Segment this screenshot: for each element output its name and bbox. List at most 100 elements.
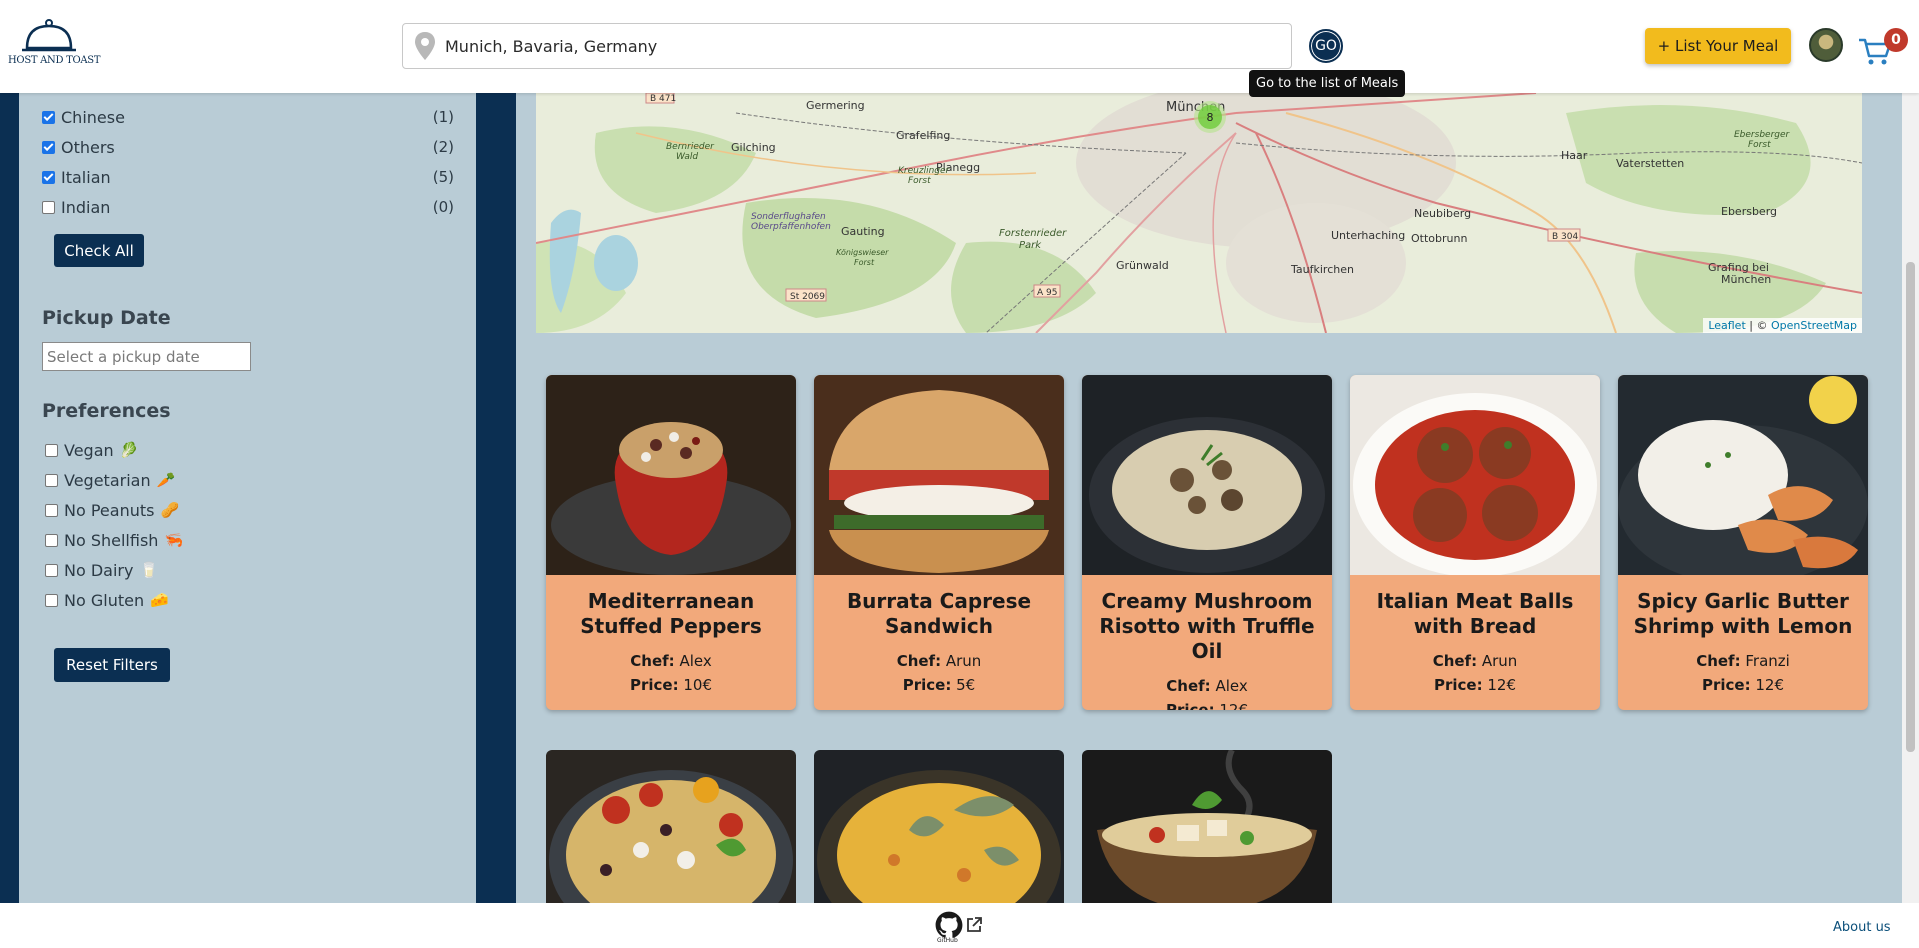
category-count: (5) — [432, 168, 454, 186]
category-count: (0) — [432, 198, 454, 216]
meal-card[interactable]: Italian Meat Balls with Bread Chef: Arun… — [1350, 375, 1600, 710]
top-header: HOST AND TOAST Munich, Bavaria, Germany … — [0, 0, 1919, 97]
about-us-link[interactable]: About us — [1833, 920, 1891, 935]
meal-card-body: Italian Meat Balls with Bread Chef: Arun… — [1350, 579, 1600, 710]
svg-text:Wald: Wald — [676, 152, 698, 162]
scrollbar-thumb[interactable] — [1906, 262, 1915, 752]
svg-text:Ottobrunn: Ottobrunn — [1411, 232, 1467, 245]
checkbox[interactable] — [45, 443, 58, 457]
meal-meta: Chef: Alex Price: 12€ — [1088, 674, 1326, 710]
pref-label: No Gluten — [64, 590, 145, 610]
category-label: Italian — [61, 167, 111, 187]
github-label: GitHub — [937, 937, 958, 944]
meal-card[interactable] — [814, 750, 1064, 903]
garlic-shrimp-photo — [1618, 375, 1868, 585]
svg-text:Gauting: Gauting — [841, 225, 885, 238]
category-count: (1) — [432, 108, 454, 126]
chef-name: Arun — [1481, 652, 1518, 670]
svg-text:Forst: Forst — [854, 258, 875, 267]
category-others[interactable]: Others (2) — [42, 135, 454, 159]
location-search-value[interactable]: Munich, Bavaria, Germany — [445, 37, 657, 56]
checkbox[interactable] — [45, 473, 58, 487]
checkbox[interactable] — [45, 533, 58, 547]
checkbox[interactable] — [45, 503, 58, 517]
meal-card[interactable]: Creamy Mushroom Risotto with Truffle Oil… — [1082, 375, 1332, 710]
svg-text:Park: Park — [1019, 240, 1042, 251]
logo[interactable]: HOST AND TOAST — [8, 18, 101, 74]
user-avatar[interactable] — [1809, 28, 1843, 62]
svg-text:München: München — [1721, 273, 1771, 286]
meal-meta: Chef: Franzi Price: 12€ — [1624, 649, 1862, 697]
chef-name: Franzi — [1745, 652, 1790, 670]
price-label: Price: — [629, 676, 679, 694]
mushroom-risotto-photo — [1082, 375, 1332, 575]
list-your-meal-button[interactable]: + List Your Meal — [1645, 28, 1791, 64]
svg-text:Forst: Forst — [1748, 140, 1771, 150]
pref-no-dairy[interactable]: No Dairy 🥛 — [45, 559, 158, 581]
chef-name: Arun — [945, 652, 982, 670]
svg-text:Oberpfaffenhofen: Oberpfaffenhofen — [751, 222, 831, 232]
price-label: Price: — [1165, 701, 1215, 710]
meal-meta: Chef: Alex Price: 10€ — [552, 649, 790, 697]
meal-card[interactable] — [1082, 750, 1332, 903]
svg-text:Kreuzlinger: Kreuzlinger — [898, 166, 951, 176]
meal-meta: Chef: Arun Price: 12€ — [1356, 649, 1594, 697]
price-value: 12€ — [1755, 676, 1785, 694]
price-value: 10€ — [683, 676, 713, 694]
osm-link[interactable]: OpenStreetMap — [1771, 319, 1857, 332]
chef-label: Chef: — [1696, 652, 1741, 670]
chef-name: Alex — [679, 652, 712, 670]
pref-label: No Peanuts — [64, 500, 155, 520]
pref-no-peanuts[interactable]: No Peanuts 🥜 — [45, 499, 179, 521]
reset-filters-button[interactable]: Reset Filters — [54, 648, 170, 682]
pref-vegetarian[interactable]: Vegetarian 🥕 — [45, 469, 175, 491]
svg-text:Ebersberger: Ebersberger — [1734, 130, 1791, 140]
meal-title: Creamy Mushroom Risotto with Truffle Oil — [1099, 589, 1315, 663]
page-footer: GitHub About us — [0, 903, 1919, 948]
svg-text:Sonderflughafen: Sonderflughafen — [751, 212, 826, 222]
leaflet-link[interactable]: Leaflet — [1708, 319, 1745, 332]
svg-text:B 304: B 304 — [1552, 232, 1578, 242]
checkbox[interactable] — [42, 200, 55, 214]
pref-label: No Shellfish — [64, 530, 159, 550]
meal-card[interactable] — [546, 750, 796, 903]
svg-text:St 2069: St 2069 — [790, 292, 825, 302]
meal-card-body: Spicy Garlic Butter Shrimp with Lemon Ch… — [1618, 579, 1868, 710]
meal-card[interactable]: Spicy Garlic Butter Shrimp with Lemon Ch… — [1618, 375, 1868, 710]
go-button[interactable]: GO — [1309, 29, 1343, 63]
price-value: 12€ — [1487, 676, 1517, 694]
svg-text:Unterhaching: Unterhaching — [1331, 229, 1405, 242]
svg-text:Vaterstetten: Vaterstetten — [1616, 157, 1684, 170]
github-icon[interactable] — [935, 911, 963, 939]
meal-card[interactable]: Burrata Caprese Sandwich Chef: Arun Pric… — [814, 375, 1064, 710]
category-italian[interactable]: Italian (5) — [42, 165, 454, 189]
pickup-date-input[interactable]: Select a pickup date — [42, 342, 251, 371]
tofu-soup-photo — [1082, 750, 1332, 903]
map-view[interactable]: Germering Gilching Grafelfing Planegg Mü… — [536, 93, 1862, 333]
meal-title: Spicy Garlic Butter Shrimp with Lemon — [1633, 589, 1853, 638]
shrimp-icon: 🦐 — [164, 531, 184, 549]
location-search-field[interactable]: Munich, Bavaria, Germany — [402, 23, 1292, 69]
checkbox[interactable] — [42, 140, 55, 154]
checkbox[interactable] — [45, 563, 58, 577]
price-value: 5€ — [956, 676, 976, 694]
map-cluster-marker[interactable]: 8 — [1194, 101, 1226, 133]
checkbox[interactable] — [42, 170, 55, 184]
pref-no-shellfish[interactable]: No Shellfish 🦐 — [45, 529, 183, 551]
chef-label: Chef: — [896, 652, 942, 670]
category-chinese[interactable]: Chinese (1) — [42, 105, 454, 129]
svg-text:B 471: B 471 — [650, 94, 676, 104]
pref-no-gluten[interactable]: No Gluten 🧀 — [45, 589, 169, 611]
category-indian[interactable]: Indian (0) — [42, 195, 454, 219]
meal-title: Mediterranean Stuffed Peppers — [580, 589, 762, 638]
external-link-icon[interactable] — [965, 916, 983, 934]
pref-vegan[interactable]: Vegan 🥬 — [45, 439, 138, 461]
checkbox[interactable] — [45, 593, 58, 607]
meal-card[interactable]: Mediterranean Stuffed Peppers Chef: Alex… — [546, 375, 796, 710]
main-content: Germering Gilching Grafelfing Planegg Mü… — [516, 93, 1902, 903]
check-all-button[interactable]: Check All — [54, 234, 144, 267]
checkbox[interactable] — [42, 110, 55, 124]
svg-text:Neubiberg: Neubiberg — [1414, 207, 1471, 220]
attribution-separator: | © — [1749, 319, 1768, 332]
meal-meta: Chef: Arun Price: 5€ — [820, 649, 1058, 697]
